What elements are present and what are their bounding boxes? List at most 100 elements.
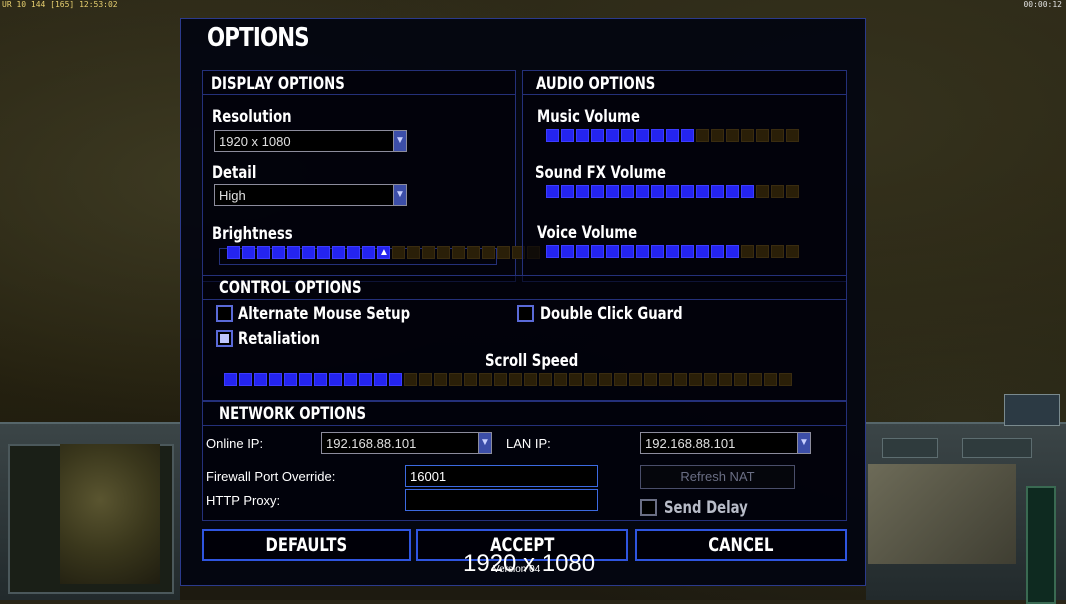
slider-segment <box>344 373 357 386</box>
http-proxy-input[interactable] <box>405 489 598 511</box>
cancel-button-label: CANCEL <box>708 534 774 556</box>
resolution-value: 1920 x 1080 <box>219 134 291 149</box>
slider-segment <box>389 373 402 386</box>
slider-segment <box>407 246 420 259</box>
defaults-button-label: DEFAULTS <box>265 534 348 556</box>
voice-volume-slider[interactable] <box>546 245 799 258</box>
slider-segment <box>302 246 315 259</box>
slider-segment <box>452 246 465 259</box>
slider-segment <box>756 185 769 198</box>
slider-segment <box>696 129 709 142</box>
slider-segment <box>479 373 492 386</box>
slider-segment <box>482 246 495 259</box>
music-volume-label: Music Volume <box>537 107 640 127</box>
slider-segment <box>576 129 589 142</box>
slider-segment <box>681 185 694 198</box>
slider-segment <box>689 373 702 386</box>
slider-segment <box>636 185 649 198</box>
slider-segment <box>561 185 574 198</box>
sound-fx-volume-slider[interactable] <box>546 185 799 198</box>
slider-segment <box>704 373 717 386</box>
lan-ip-label: LAN IP: <box>506 436 551 451</box>
retaliation-label: Retaliation <box>238 329 320 349</box>
chevron-down-icon[interactable]: ▼ <box>797 433 810 453</box>
chevron-down-icon[interactable]: ▼ <box>478 433 491 453</box>
chevron-down-icon[interactable]: ▼ <box>393 131 406 151</box>
slider-segment <box>509 373 522 386</box>
cancel-button[interactable]: CANCEL <box>635 529 847 561</box>
slider-segment <box>272 246 285 259</box>
slider-segment <box>749 373 762 386</box>
resolution-overlay-text: 1920 x 1080 <box>463 550 596 577</box>
slider-segment <box>404 373 417 386</box>
slider-segment <box>651 129 664 142</box>
slider-segment <box>287 246 300 259</box>
voice-volume-label: Voice Volume <box>537 223 638 243</box>
chevron-down-icon[interactable]: ▼ <box>393 185 406 205</box>
firewall-port-value: 16001 <box>410 469 447 484</box>
slider-segment <box>561 129 574 142</box>
slider-segment <box>299 373 312 386</box>
double-click-guard-label: Double Click Guard <box>540 304 683 324</box>
audio-options-panel: AUDIO OPTIONS Music Volume Sound FX Volu… <box>522 70 847 282</box>
scroll-speed-label: Scroll Speed <box>485 351 579 371</box>
slider-segment <box>786 185 799 198</box>
hud-tab-rank[interactable] <box>962 438 1032 458</box>
unit-portrait[interactable] <box>1004 394 1060 426</box>
slider-segment <box>329 373 342 386</box>
slider-segment <box>419 373 432 386</box>
hud-right-panel <box>866 394 1066 604</box>
hud-tab-down[interactable] <box>882 438 938 458</box>
slider-segment <box>239 373 252 386</box>
firewall-port-input[interactable]: 16001 <box>405 465 598 487</box>
hud-preview <box>868 464 1016 564</box>
sound-fx-volume-label: Sound FX Volume <box>535 163 666 183</box>
control-options-panel: CONTROL OPTIONS Alternate Mouse Setup Re… <box>202 275 847 401</box>
defaults-button[interactable]: DEFAULTS <box>202 529 411 561</box>
network-options-heading: NETWORK OPTIONS <box>219 404 367 424</box>
slider-segment <box>696 245 709 258</box>
refresh-nat-button[interactable]: Refresh NAT <box>640 465 795 489</box>
slider-segment <box>546 245 559 258</box>
music-volume-slider[interactable] <box>546 129 799 142</box>
slider-segment <box>741 129 754 142</box>
slider-segment <box>651 185 664 198</box>
display-options-heading: DISPLAY OPTIONS <box>211 74 345 94</box>
slider-segment <box>591 129 604 142</box>
slider-segment <box>332 246 345 259</box>
slider-segment <box>621 185 634 198</box>
lan-ip-dropdown[interactable]: 192.168.88.101 ▼ <box>640 432 811 454</box>
slider-segment <box>659 373 672 386</box>
slider-segment <box>546 185 559 198</box>
retaliation-checkbox[interactable] <box>216 330 233 347</box>
alternate-mouse-checkbox[interactable] <box>216 305 233 322</box>
slider-segment <box>726 245 739 258</box>
hud-left-panel <box>0 422 180 600</box>
detail-dropdown[interactable]: High ▼ <box>214 184 407 206</box>
slider-segment <box>734 373 747 386</box>
slider-segment <box>621 129 634 142</box>
slider-segment <box>771 185 784 198</box>
slider-segment <box>494 373 507 386</box>
online-ip-dropdown[interactable]: 192.168.88.101 ▼ <box>321 432 492 454</box>
slider-segment <box>359 373 372 386</box>
slider-thumb-icon[interactable]: ▲ <box>379 247 389 258</box>
brightness-slider[interactable]: ▲ <box>227 246 540 259</box>
detail-value: High <box>219 188 246 203</box>
scroll-speed-slider[interactable] <box>224 373 792 386</box>
slider-segment <box>227 246 240 259</box>
slider-segment <box>629 373 642 386</box>
slider-segment <box>786 129 799 142</box>
resolution-dropdown[interactable]: 1920 x 1080 ▼ <box>214 130 407 152</box>
send-delay-checkbox[interactable] <box>640 499 657 516</box>
slider-segment <box>546 129 559 142</box>
slider-segment <box>606 245 619 258</box>
slider-segment <box>576 185 589 198</box>
double-click-guard-checkbox[interactable] <box>517 305 534 322</box>
slider-segment <box>242 246 255 259</box>
slider-segment <box>317 246 330 259</box>
slider-segment <box>591 185 604 198</box>
slider-segment <box>257 246 270 259</box>
resolution-label: Resolution <box>212 107 292 127</box>
slider-segment <box>591 245 604 258</box>
